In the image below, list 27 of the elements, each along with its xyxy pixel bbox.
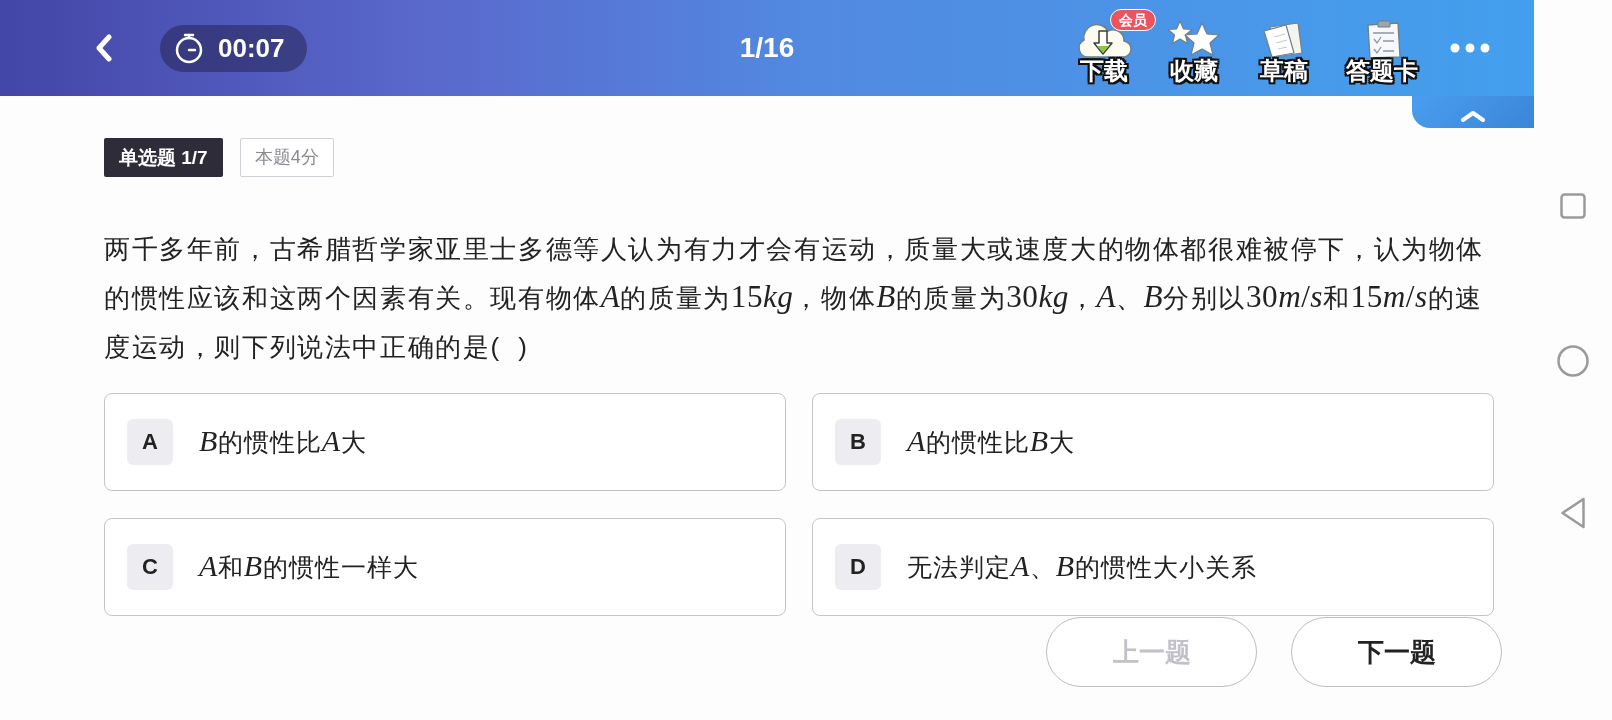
option-letter: D (835, 544, 881, 590)
option-text: A的惯性比B大 (907, 425, 1075, 459)
stopwatch-icon (174, 32, 204, 64)
more-icon[interactable] (1450, 43, 1490, 53)
chevron-up-icon (1460, 110, 1486, 122)
circle-icon[interactable] (1557, 345, 1589, 377)
option-letter: A (127, 419, 173, 465)
triangle-icon[interactable] (1560, 497, 1586, 529)
option-card[interactable]: C A和B的惯性一样大 (104, 518, 786, 616)
question-text: 两千多年前，古希腊哲学家亚里士多德等人认为有力才会有运动，质量大或速度大的物体都很难被停下，认为物体的惯性应该和这两个因素有关。现有物体A的质量为 15kg，物体B的质量为30kg，A、B分别以30m/s和 15m/s的速度运动，则下列说法中正确的是( ) (104, 233, 1485, 364)
question-nav-button[interactable]: 下一题 (1291, 617, 1502, 687)
timer-text: 00:07 (218, 32, 285, 64)
question-counter: 1/16 (739, 32, 795, 64)
option-card[interactable]: B A的惯性比B大 (812, 393, 1494, 491)
option-letter: B (835, 419, 881, 465)
member-badge: 会员 (1110, 9, 1156, 31)
score-tag: 本题4分 (239, 138, 334, 177)
option-letter: C (127, 544, 173, 590)
option-text: A和B的惯性一样大 (199, 550, 419, 584)
option-text: B的惯性比A大 (199, 425, 367, 459)
option-card[interactable]: D 无法判定A、B的惯性大小关系 (812, 518, 1494, 616)
option-card[interactable]: A B的惯性比A大 (104, 393, 786, 491)
square-icon[interactable] (1560, 193, 1586, 219)
back-icon[interactable] (95, 34, 113, 62)
option-text: 无法判定A、B的惯性大小关系 (907, 550, 1257, 584)
question-type-tag: 单选题 1/7 (104, 138, 223, 177)
collapse-tab[interactable] (1412, 96, 1534, 128)
